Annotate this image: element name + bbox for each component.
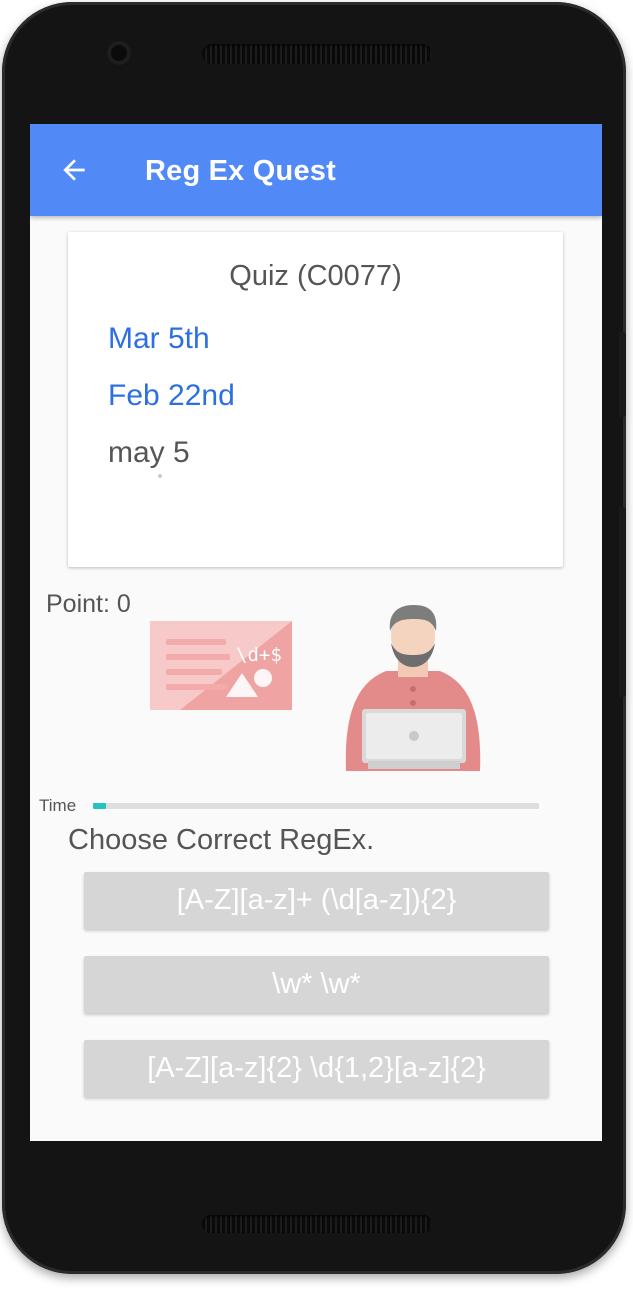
- option-button-2[interactable]: \w* \w*: [84, 956, 549, 1013]
- quiz-line-3: may 5: [108, 436, 190, 469]
- quiz-title: Quiz (C0077): [229, 260, 402, 292]
- question-prompt: Choose Correct RegEx.: [68, 824, 375, 856]
- points-label: Point: 0: [46, 590, 131, 618]
- volume-button: [619, 507, 626, 697]
- phone-frame: Reg Ex Quest Quiz (C0077) Mar 5th Feb 22…: [2, 2, 626, 1274]
- arrow-left-icon: [63, 159, 85, 181]
- back-button[interactable]: [58, 154, 90, 186]
- time-progress-fill: [93, 803, 106, 809]
- app-bar: Reg Ex Quest: [30, 124, 602, 216]
- person-at-laptop-icon: [345, 605, 481, 771]
- bottom-speaker: [202, 1215, 432, 1233]
- regex-card-text: \d+$: [236, 644, 282, 666]
- app-title: Reg Ex Quest: [145, 155, 336, 187]
- option-button-3[interactable]: [A-Z][a-z]{2} \d{1,2}[a-z]{2}: [84, 1040, 549, 1097]
- cursor-dot: [158, 474, 162, 478]
- time-progress-bar: [93, 803, 539, 809]
- regex-card-icon: \d+$: [150, 621, 292, 710]
- time-label: Time: [39, 796, 77, 815]
- front-camera: [107, 41, 131, 65]
- app-screen: Reg Ex Quest Quiz (C0077) Mar 5th Feb 22…: [30, 124, 602, 1141]
- quiz-line-1: Mar 5th: [108, 322, 210, 355]
- option-button-1[interactable]: [A-Z][a-z]+ (\d[a-z]){2}: [84, 872, 549, 929]
- quiz-line-2: Feb 22nd: [108, 379, 235, 412]
- quiz-card: Quiz (C0077) Mar 5th Feb 22nd may 5: [68, 232, 563, 567]
- earpiece-speaker: [202, 44, 432, 64]
- power-button: [619, 332, 626, 417]
